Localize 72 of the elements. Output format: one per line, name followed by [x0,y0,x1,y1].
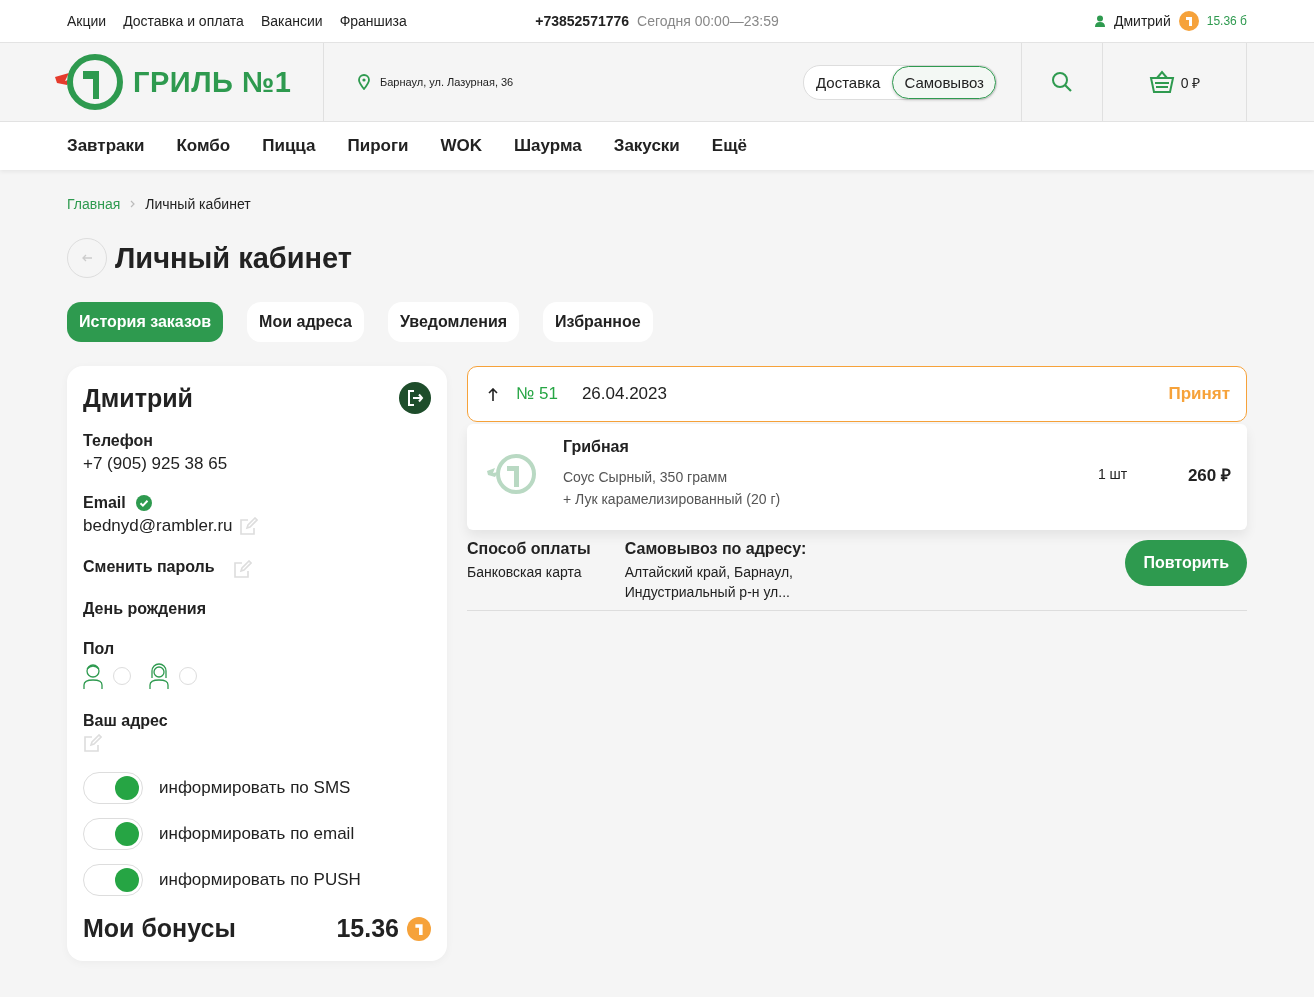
pickup-address: Алтайский край, Барнаул, Индустриальный р-н ул... [624,563,794,602]
order-number: № 51 [516,384,558,404]
phone-number[interactable]: +73852571776 [535,13,630,29]
man-icon [83,662,103,690]
notification-label: информировать по SMS [159,778,351,798]
cart-total[interactable]: 0 ₽ [1180,72,1201,92]
order-status: Принят [1168,384,1230,404]
phone-value: +7 (905) 925 38 65 [83,454,228,474]
top-link[interactable]: Доставка и оплата [123,13,244,29]
menu-category[interactable]: Комбо [176,136,231,156]
location-pin-icon [358,74,370,90]
top-link[interactable]: Акции [67,13,107,29]
menu-category[interactable]: WOK [440,136,482,156]
delivery-mode-toggle[interactable]: Самовывоз [892,65,996,99]
repeat-order-button[interactable]: Повторить [1125,540,1247,586]
page-title: Личный кабинет [115,241,353,275]
user-icon [1093,15,1106,27]
bonus-amount: 15.36 [336,914,399,943]
field-label: Телефон [83,432,154,450]
item-quantity: 1 шт [1097,466,1129,482]
arrow-left-icon [81,254,93,262]
tab[interactable]: Мои адреса [247,302,364,342]
notification-label: информировать по PUSH [159,870,361,890]
field-label: Email [83,494,126,512]
tab[interactable]: История заказов [67,302,224,342]
search-icon[interactable] [1051,71,1073,93]
working-hours: Сегодня 00:00—23:59 [637,13,779,29]
pickup-label: Самовывоз по адресу: [624,540,808,558]
field-label: День рождения [83,600,207,618]
order-date: 26.04.2023 [581,384,668,404]
logo-placeholder-icon [487,453,537,495]
item-option: + Лук карамелизированный (20 г) [563,488,1098,510]
payment-label: Способ оплаты [467,540,591,558]
field-label: Ваш адрес [83,712,169,730]
coin-icon [1178,11,1199,31]
toggle-switch[interactable] [83,864,143,896]
tab[interactable]: Уведомления [388,302,520,342]
logout-icon [406,389,424,407]
bonus-title: Мои бонусы [83,914,237,943]
delivery-mode-toggle[interactable]: Доставка [803,65,893,99]
tab[interactable]: Избранное [543,302,653,342]
order-header[interactable]: № 51 26.04.2023 Принят [467,366,1247,422]
menu-category[interactable]: Пицца [262,136,316,156]
current-page-label: Личный кабинет [145,196,251,212]
profile-name: Дмитрий [83,383,193,413]
notification-label: информировать по email [159,824,355,844]
user-name[interactable]: Дмитрий [1113,13,1171,29]
toggle-switch[interactable] [83,818,143,850]
item-price: 260 ₽ [1187,464,1231,486]
item-option: Соус Сырный, 350 грамм [563,466,1098,488]
item-name: Грибная [563,438,630,456]
woman-icon [149,662,169,690]
delivery-address[interactable]: Барнаул, ул. Лазурная, 36 [380,76,514,88]
menu-category[interactable]: Шаурма [514,136,582,156]
toggle-switch[interactable] [83,772,143,804]
payment-method: Банковская карта [467,563,583,582]
field-label: Пол [83,640,116,658]
menu-category[interactable]: Завтраки [67,136,145,156]
menu-category[interactable]: Закуски [613,136,680,156]
coin-icon [407,916,431,941]
chevron-right-icon [130,200,136,208]
email-value: bednyd@rambler.ru [83,516,233,536]
logout-button[interactable] [399,382,431,414]
logo-icon [55,53,125,111]
logo-text: ГРИЛЬ №1 [133,65,292,99]
top-link[interactable]: Вакансии [260,13,323,29]
change-password-link[interactable]: Сменить пароль [83,558,215,576]
menu-category[interactable]: Ещё [711,136,747,156]
basket-icon[interactable] [1148,70,1175,94]
top-link[interactable]: Франшиза [339,13,407,29]
menu-category[interactable]: Пироги [347,136,409,156]
bonus-balance: 15.36 б [1206,14,1247,28]
